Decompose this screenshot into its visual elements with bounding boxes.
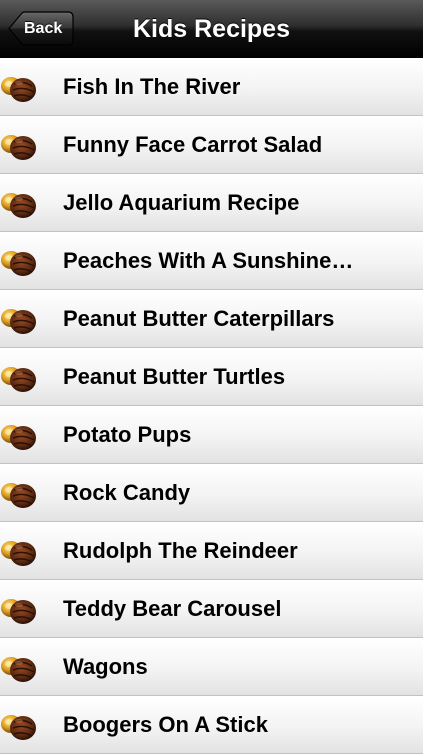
recipe-label: Wagons: [63, 654, 148, 679]
chocolate-candy-icon: [0, 536, 40, 568]
recipe-label: Peanut Butter Caterpillars: [63, 306, 335, 331]
chocolate-candy-icon: [0, 130, 40, 162]
chocolate-candy-icon: [0, 246, 40, 278]
recipe-label: Peanut Butter Turtles: [63, 364, 286, 389]
recipe-list-item[interactable]: Potato Pups: [0, 406, 423, 464]
recipe-list-item[interactable]: Peanut Butter Turtles: [0, 348, 423, 406]
recipe-label: Boogers On A Stick: [63, 712, 268, 737]
recipe-list-item[interactable]: Rock Candy: [0, 464, 423, 522]
chocolate-candy-icon: [0, 72, 40, 104]
recipe-list-item[interactable]: Peaches With A Sunshine…: [0, 232, 423, 290]
recipe-list-item[interactable]: Wagons: [0, 638, 423, 696]
recipe-list-item[interactable]: Funny Face Carrot Salad: [0, 116, 423, 174]
recipe-label: Teddy Bear Carousel: [63, 596, 282, 621]
chocolate-candy-icon: [0, 188, 40, 220]
recipe-label: Rudolph The Reindeer: [63, 538, 298, 563]
chocolate-candy-icon: [0, 420, 40, 452]
recipe-list: Fish In The River Funny Face Carrot Sala…: [0, 58, 423, 754]
recipe-label: Potato Pups: [63, 422, 192, 447]
page-title: Kids Recipes: [132, 15, 290, 43]
recipe-list-item[interactable]: Rudolph The Reindeer: [0, 522, 423, 580]
recipe-list-item[interactable]: Peanut Butter Caterpillars: [0, 290, 423, 348]
back-button-label: Back: [24, 19, 63, 37]
recipe-label: Fish In The River: [63, 74, 241, 99]
recipe-label: Funny Face Carrot Salad: [63, 132, 323, 157]
recipe-list-item[interactable]: Jello Aquarium Recipe: [0, 174, 423, 232]
chocolate-candy-icon: [0, 362, 40, 394]
chocolate-candy-icon: [0, 710, 40, 742]
navigation-bar: Back Kids Recipes: [0, 0, 423, 58]
chocolate-candy-icon: [0, 478, 40, 510]
back-button[interactable]: Back: [8, 11, 74, 46]
recipe-list-item[interactable]: Teddy Bear Carousel: [0, 580, 423, 638]
recipe-label: Jello Aquarium Recipe: [63, 190, 300, 215]
recipe-label: Peaches With A Sunshine…: [63, 248, 354, 273]
chocolate-candy-icon: [0, 304, 40, 336]
recipe-list-item[interactable]: Fish In The River: [0, 58, 423, 116]
chocolate-candy-icon: [0, 594, 40, 626]
chocolate-candy-icon: [0, 652, 40, 684]
recipe-list-item[interactable]: Boogers On A Stick: [0, 696, 423, 754]
recipe-label: Rock Candy: [63, 480, 191, 505]
